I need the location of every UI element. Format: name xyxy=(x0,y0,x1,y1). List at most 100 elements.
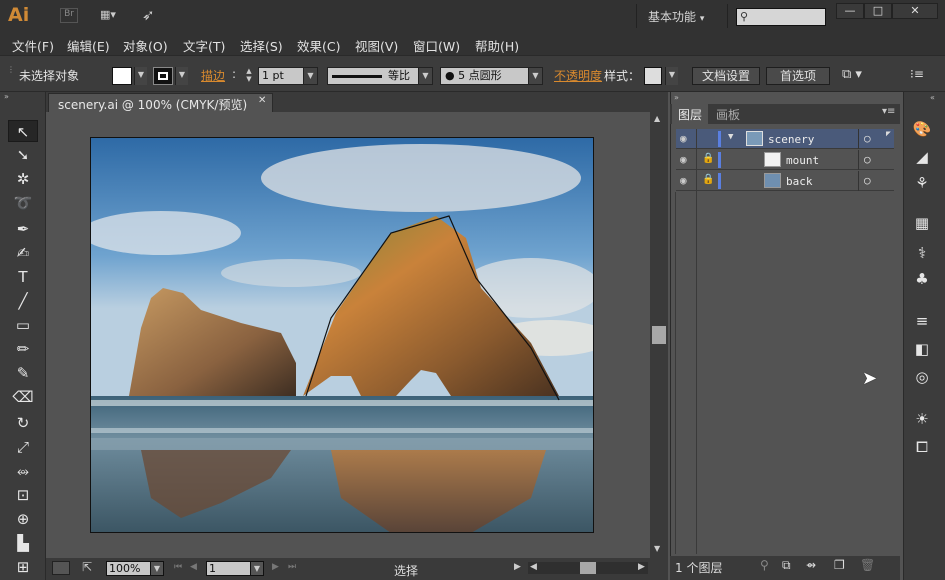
lasso-tool-icon[interactable]: ➰ xyxy=(8,192,38,214)
menu-select[interactable]: 选择(S) xyxy=(240,36,283,55)
prev-page-icon[interactable]: ◀ xyxy=(190,562,197,572)
eye-icon[interactable]: ◉ xyxy=(680,174,687,187)
chevron-down-icon[interactable]: ▼ xyxy=(150,561,164,576)
lock-icon[interactable]: 🔒 xyxy=(702,174,714,185)
menu-help[interactable]: 帮助(H) xyxy=(475,36,519,55)
preferences-button[interactable]: 首选项 xyxy=(766,67,830,85)
recolor-icon[interactable]: ⚘ xyxy=(910,172,934,194)
tab-layers[interactable]: 图层 xyxy=(672,104,709,124)
rotate-tool-icon[interactable]: ↻ xyxy=(8,412,38,434)
transparency-icon[interactable]: ◎ xyxy=(910,366,934,388)
curvature-tool-icon[interactable]: ✍ xyxy=(8,242,38,264)
locate-object-icon[interactable]: ⚲ xyxy=(760,558,769,572)
menu-edit[interactable]: 编辑(E) xyxy=(67,36,110,55)
pen-tool-icon[interactable]: ✒ xyxy=(8,218,38,240)
layer-row[interactable]: ◉ 🔒 mount ○ xyxy=(676,150,894,170)
graph-tool-icon[interactable]: ▙ xyxy=(8,532,38,554)
collapse-icon[interactable]: » xyxy=(4,92,9,101)
minimize-button[interactable]: — xyxy=(836,3,864,19)
menu-type[interactable]: 文字(T) xyxy=(183,36,225,55)
tab-artboards[interactable]: 画板 xyxy=(710,104,746,124)
line-tool-icon[interactable]: ╱ xyxy=(8,290,38,312)
mesh-tool-icon[interactable]: ⊞ xyxy=(8,556,38,578)
share-icon[interactable]: ⇱ xyxy=(82,560,92,574)
scroll-up-icon[interactable]: ▲ xyxy=(654,114,660,123)
menu-view[interactable]: 视图(V) xyxy=(355,36,398,55)
width-tool-icon[interactable]: ⥈ xyxy=(8,460,38,482)
direct-selection-tool-icon[interactable]: ➘ xyxy=(8,144,38,166)
eraser-tool-icon[interactable]: ⌫ xyxy=(8,386,38,408)
next-page-icon[interactable]: ▶ xyxy=(272,562,279,572)
opacity-label[interactable]: 不透明度 xyxy=(554,67,602,85)
artboard-image[interactable] xyxy=(90,137,594,533)
arrange-icon[interactable]: ⧉ ▾ xyxy=(842,67,862,85)
target-icon[interactable]: ○ xyxy=(864,153,871,166)
pencil-tool-icon[interactable]: ✎ xyxy=(8,362,38,384)
scale-tool-icon[interactable]: ⤢ xyxy=(8,436,38,458)
gpu-performance-icon[interactable]: ➶ xyxy=(142,6,155,24)
menu-effect[interactable]: 效果(C) xyxy=(297,36,340,55)
brushes-icon[interactable]: ⚕ xyxy=(910,242,934,264)
menu-object[interactable]: 对象(O) xyxy=(123,36,168,55)
selection-tool-icon[interactable]: ↖ xyxy=(8,120,38,142)
panel-menu-icon[interactable]: ▾≡ xyxy=(882,106,895,117)
eye-icon[interactable]: ◉ xyxy=(680,132,687,145)
document-setup-button[interactable]: 文档设置 xyxy=(692,67,760,85)
delete-layer-icon[interactable]: 🗑 xyxy=(860,558,875,572)
layer-row[interactable]: ◉ ▼ scenery ○ ◤ xyxy=(676,129,894,149)
graphic-style-picker[interactable]: ▼ xyxy=(644,67,678,85)
first-page-icon[interactable]: ⏮ xyxy=(174,562,182,572)
new-sublayer-icon[interactable]: ⇴ xyxy=(806,558,816,572)
variable-width-profile[interactable]: 等比 ▼ xyxy=(327,67,433,85)
last-page-icon[interactable]: ⏭ xyxy=(288,562,296,572)
fill-swatch[interactable]: ▼ xyxy=(112,67,147,85)
target-icon[interactable]: ○ xyxy=(864,174,871,187)
horizontal-scroll-thumb[interactable] xyxy=(580,562,596,574)
chevron-down-icon[interactable]: ▼ xyxy=(250,561,264,576)
lock-icon[interactable]: 🔒 xyxy=(702,153,714,164)
stroke-stepper[interactable]: ▲ ▼ xyxy=(242,67,256,85)
status-menu-icon[interactable]: ▶ xyxy=(514,562,521,572)
gradient-icon[interactable]: ◧ xyxy=(910,338,934,360)
restore-button[interactable]: □ xyxy=(864,3,892,19)
document-tab[interactable]: scenery.ai @ 100% (CMYK/预览) xyxy=(48,93,273,112)
stroke-label[interactable]: 描边 xyxy=(201,67,225,85)
help-search-input[interactable]: ⚲ xyxy=(736,8,826,26)
collapse-icon[interactable]: « xyxy=(930,93,935,102)
clipping-mask-icon[interactable]: ⧉ xyxy=(782,558,791,573)
scroll-down-icon[interactable]: ▼ xyxy=(654,544,660,553)
menu-file[interactable]: 文件(F) xyxy=(12,36,54,55)
color-palette-icon[interactable]: 🎨 xyxy=(910,118,934,140)
brush-definition[interactable]: ● 5 点圆形 ▼ xyxy=(440,67,543,85)
chevron-down-icon[interactable]: ▼ xyxy=(728,132,733,142)
gpu-icon[interactable] xyxy=(52,561,70,575)
layer-name[interactable]: back xyxy=(786,175,813,188)
free-transform-tool-icon[interactable]: ⊡ xyxy=(8,484,38,506)
close-button[interactable]: ✕ xyxy=(892,3,938,19)
rectangle-tool-icon[interactable]: ▭ xyxy=(8,314,38,336)
bridge-button[interactable]: Br xyxy=(60,8,78,23)
graphic-styles-icon[interactable]: ⧠ xyxy=(910,436,934,458)
layer-name[interactable]: scenery xyxy=(768,133,814,146)
menu-window[interactable]: 窗口(W) xyxy=(413,36,460,55)
stroke-panel-icon[interactable]: ≡ xyxy=(910,310,934,332)
stroke-swatch[interactable]: ▼ xyxy=(153,67,188,85)
swatches-icon[interactable]: ▦ xyxy=(910,212,934,234)
scroll-left-icon[interactable]: ◀ xyxy=(530,562,537,572)
layer-name[interactable]: mount xyxy=(786,154,819,167)
close-tab-icon[interactable]: ✕ xyxy=(258,95,266,106)
target-icon[interactable]: ○ xyxy=(864,132,871,145)
magic-wand-tool-icon[interactable]: ✲ xyxy=(8,168,38,190)
new-layer-icon[interactable]: ❐ xyxy=(834,558,845,572)
symbols-icon[interactable]: ♣ xyxy=(910,268,934,290)
panel-menu-icon[interactable]: ⁝≡ xyxy=(910,67,924,85)
layer-row[interactable]: ◉ 🔒 back ○ xyxy=(676,171,894,191)
paintbrush-tool-icon[interactable]: ✏ xyxy=(8,338,38,360)
collapse-icon[interactable]: » xyxy=(674,93,679,102)
shape-builder-tool-icon[interactable]: ⊕ xyxy=(8,508,38,530)
vertical-scroll-thumb[interactable] xyxy=(652,326,666,344)
scroll-right-icon[interactable]: ▶ xyxy=(638,562,645,572)
stroke-weight-input[interactable]: 1 pt ▼ xyxy=(258,67,318,85)
color-guide-icon[interactable]: ◢ xyxy=(910,146,934,168)
appearance-icon[interactable]: ☀ xyxy=(910,408,934,430)
